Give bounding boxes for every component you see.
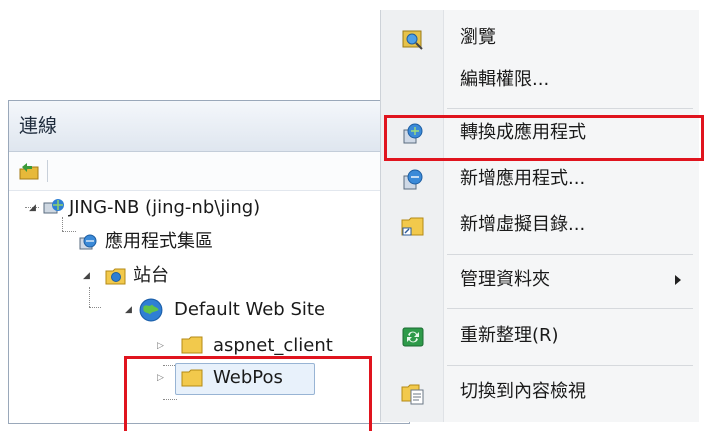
submenu-arrow-icon	[675, 275, 681, 285]
browse-icon	[402, 30, 423, 50]
expand-arrow-icon[interactable]: ◢	[83, 259, 90, 293]
aspnet-client-label: aspnet_client	[213, 335, 333, 356]
tree-node-sites[interactable]: ◢ 站台	[9, 259, 409, 293]
menu-item-label: 編輯權限...	[460, 69, 550, 90]
connections-toolbar	[9, 152, 409, 191]
sites-icon	[105, 268, 126, 285]
connections-tree: ◢ JING-NB (jing-nb\jing) 應用程式集區 ◢ 站台 ◢ D…	[9, 191, 409, 423]
menu-item-label: 新增應用程式...	[460, 168, 586, 189]
menu-item-manage-folder[interactable]: 管理資料夾	[381, 260, 699, 300]
app-pools-label: 應用程式集區	[105, 231, 213, 252]
tree-node-webpos[interactable]: ▷ WebPos	[9, 361, 409, 395]
menu-item-label: 轉換成應用程式	[460, 122, 586, 143]
menu-item-edit-permissions[interactable]: 編輯權限...	[381, 60, 699, 100]
menu-separator	[447, 254, 693, 255]
tree-line	[163, 399, 177, 400]
menu-separator	[447, 365, 693, 366]
toolbar-separator	[47, 160, 48, 182]
menu-item-label: 新增虛擬目錄...	[460, 214, 586, 235]
sites-label: 站台	[133, 265, 169, 286]
server-label: JING-NB (jing-nb\jing)	[69, 197, 261, 218]
menu-separator	[447, 308, 693, 309]
folder-icon	[181, 336, 203, 354]
connections-panel: 連線 ◢ JING-NB (jing-nb\jing) 應用程式集區 ◢ 站台 …	[8, 100, 410, 424]
collapse-arrow-icon[interactable]: ▷	[157, 331, 164, 361]
context-menu: 瀏覽 編輯權限... 轉換成應用程式 新增應用程式... 新增虛擬目錄... 管…	[380, 10, 699, 422]
add-application-icon	[403, 169, 423, 190]
folder-icon	[181, 369, 203, 387]
menu-item-convert-to-application[interactable]: 轉換成應用程式	[381, 113, 699, 153]
webpos-label: WebPos	[213, 367, 283, 388]
menu-item-switch-content-view[interactable]: 切換到內容檢視	[381, 372, 699, 412]
menu-separator	[447, 108, 693, 109]
menu-item-add-application[interactable]: 新增應用程式...	[381, 159, 699, 199]
tree-node-app-pools[interactable]: 應用程式集區	[9, 225, 409, 259]
menu-item-add-virtual-directory[interactable]: 新增虛擬目錄...	[381, 205, 699, 245]
refresh-icon	[402, 327, 424, 347]
menu-item-label: 重新整理(R)	[460, 325, 559, 346]
menu-item-browse[interactable]: 瀏覽	[381, 18, 699, 58]
collapse-arrow-icon[interactable]: ▷	[157, 361, 164, 395]
tree-node-default-web-site[interactable]: ◢ Default Web Site	[9, 293, 409, 327]
convert-application-icon	[403, 123, 423, 144]
tree-node-server[interactable]: ◢ JING-NB (jing-nb\jing)	[9, 191, 409, 225]
menu-item-label: 切換到內容檢視	[460, 381, 586, 402]
globe-icon	[139, 298, 163, 322]
expand-arrow-icon[interactable]: ◢	[125, 293, 132, 327]
app-pool-icon	[79, 234, 97, 250]
server-icon	[43, 199, 64, 214]
connect-icon[interactable]	[18, 160, 40, 182]
menu-item-label: 瀏覽	[460, 27, 496, 48]
menu-item-label: 管理資料夾	[460, 269, 550, 290]
expand-arrow-icon[interactable]: ◢	[29, 191, 36, 225]
add-virtual-directory-icon	[401, 217, 424, 236]
default-site-label: Default Web Site	[174, 299, 326, 320]
tree-node-aspnet-client[interactable]: ▷ aspnet_client	[9, 331, 409, 361]
content-view-icon	[401, 384, 424, 405]
menu-item-refresh[interactable]: 重新整理(R)	[381, 316, 699, 356]
panel-title: 連線	[9, 101, 409, 152]
